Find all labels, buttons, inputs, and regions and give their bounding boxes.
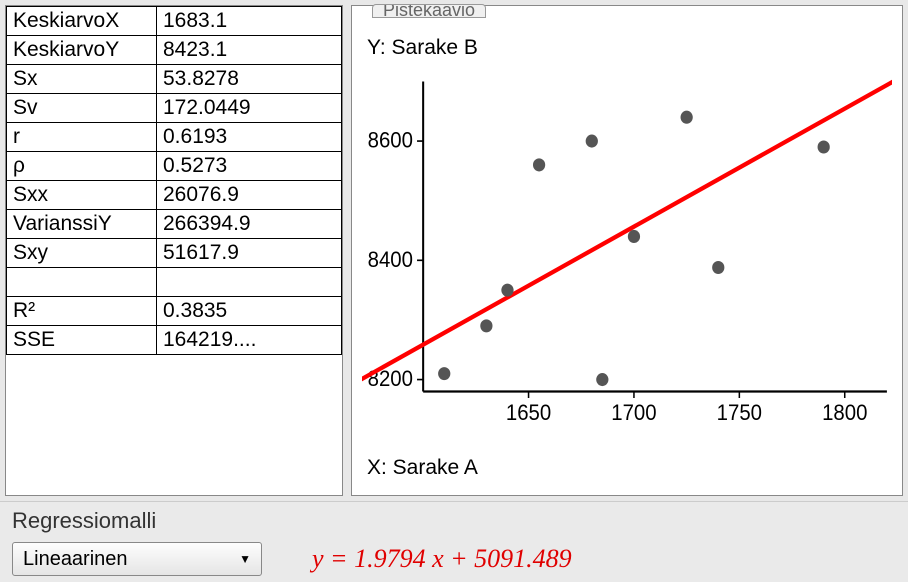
chevron-down-icon: ▼ bbox=[239, 552, 251, 566]
data-point bbox=[681, 111, 693, 124]
stats-label: SSE bbox=[7, 326, 157, 355]
svg-text:8400: 8400 bbox=[368, 248, 413, 272]
model-select-value: Lineaarinen bbox=[23, 548, 128, 571]
data-point bbox=[480, 319, 492, 332]
chart-tab[interactable]: Pistekaavio bbox=[372, 4, 486, 18]
stats-label: Sxx bbox=[7, 181, 157, 210]
stats-value: 164219.... bbox=[157, 326, 342, 355]
stats-value: 0.6193 bbox=[157, 123, 342, 152]
svg-text:1800: 1800 bbox=[822, 401, 867, 425]
model-select[interactable]: Lineaarinen ▼ bbox=[12, 542, 262, 576]
svg-text:1700: 1700 bbox=[611, 401, 656, 425]
svg-text:1650: 1650 bbox=[506, 401, 551, 425]
data-point bbox=[438, 367, 450, 380]
chart-panel: Pistekaavio Y: Sarake B 8600840082001650… bbox=[351, 5, 903, 496]
stats-row: VarianssiY266394.9 bbox=[7, 210, 342, 239]
stats-value: 26076.9 bbox=[157, 181, 342, 210]
stats-label: ρ bbox=[7, 152, 157, 181]
stats-label: r bbox=[7, 123, 157, 152]
data-point bbox=[533, 158, 545, 171]
stats-label: Sv bbox=[7, 94, 157, 123]
data-point bbox=[596, 373, 608, 386]
stats-value: 172.0449 bbox=[157, 94, 342, 123]
stats-value: 51617.9 bbox=[157, 239, 342, 268]
stats-label: KeskiarvoY bbox=[7, 36, 157, 65]
scatter-plot: 8600840082001650170017501800 bbox=[362, 76, 892, 435]
regression-section: Regressiomalli Lineaarinen ▼ y = 1.9794 … bbox=[0, 501, 908, 582]
regression-label: Regressiomalli bbox=[12, 508, 896, 534]
data-point bbox=[628, 230, 640, 243]
stats-row: KeskiarvoY8423.1 bbox=[7, 36, 342, 65]
stats-blank-row bbox=[7, 268, 342, 297]
stats-label: KeskiarvoX bbox=[7, 7, 157, 36]
svg-text:1750: 1750 bbox=[717, 401, 762, 425]
regression-line bbox=[362, 76, 892, 380]
stats-row: ρ0.5273 bbox=[7, 152, 342, 181]
stats-row: R²0.3835 bbox=[7, 297, 342, 326]
stats-table: KeskiarvoX1683.1KeskiarvoY8423.1Sx53.827… bbox=[6, 6, 342, 355]
y-axis-label: Y: Sarake B bbox=[367, 36, 478, 60]
stats-value: 8423.1 bbox=[157, 36, 342, 65]
stats-row: SSE164219.... bbox=[7, 326, 342, 355]
stats-label: Sx bbox=[7, 65, 157, 94]
x-axis-label: X: Sarake A bbox=[367, 456, 478, 480]
stats-row: KeskiarvoX1683.1 bbox=[7, 7, 342, 36]
stats-row: Sxy51617.9 bbox=[7, 239, 342, 268]
stats-row: Sx53.8278 bbox=[7, 65, 342, 94]
stats-label: Sxy bbox=[7, 239, 157, 268]
data-point bbox=[712, 261, 724, 274]
stats-value: 1683.1 bbox=[157, 7, 342, 36]
stats-value: 0.5273 bbox=[157, 152, 342, 181]
stats-row: r0.6193 bbox=[7, 123, 342, 152]
svg-text:8600: 8600 bbox=[368, 129, 413, 153]
stats-panel: KeskiarvoX1683.1KeskiarvoY8423.1Sx53.827… bbox=[5, 5, 343, 496]
stats-row: Sv172.0449 bbox=[7, 94, 342, 123]
stats-value: 0.3835 bbox=[157, 297, 342, 326]
stats-value: 266394.9 bbox=[157, 210, 342, 239]
stats-row: Sxx26076.9 bbox=[7, 181, 342, 210]
data-point bbox=[586, 135, 598, 148]
stats-value: 53.8278 bbox=[157, 65, 342, 94]
regression-equation: y = 1.9794 x + 5091.489 bbox=[312, 544, 572, 574]
stats-label: R² bbox=[7, 297, 157, 326]
data-point bbox=[501, 284, 513, 297]
data-point bbox=[818, 140, 830, 153]
stats-label: VarianssiY bbox=[7, 210, 157, 239]
